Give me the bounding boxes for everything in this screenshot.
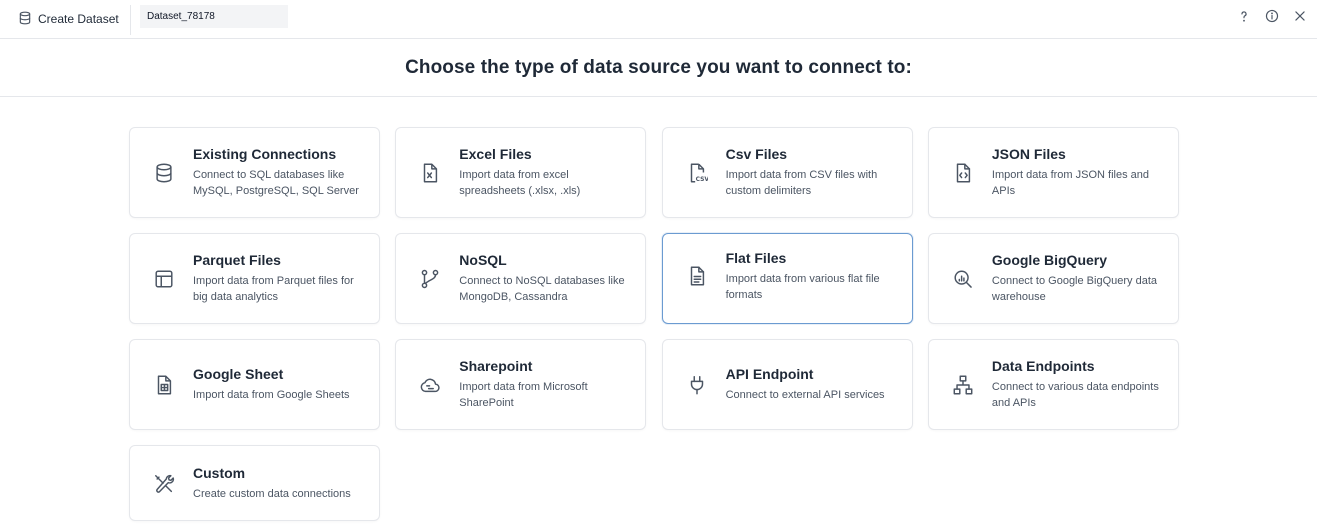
source-card-description: Connect to NoSQL databases like MongoDB,… — [459, 275, 625, 303]
source-card-title: API Endpoint — [725, 366, 814, 382]
info-button[interactable] — [1261, 6, 1283, 28]
source-card-sharepoint[interactable]: Sharepoint Import data from Microsoft Sha… — [395, 339, 647, 430]
source-card-title: JSON Files — [991, 146, 1066, 162]
source-card-title: Excel Files — [459, 146, 532, 162]
app-title-label: Create Dataset — [38, 12, 119, 26]
tools-icon — [152, 472, 176, 496]
excel-file-icon — [418, 161, 442, 185]
text-file-icon — [685, 264, 709, 288]
source-card-description: Create custom data connections — [193, 487, 351, 500]
search-chart-icon — [951, 267, 975, 291]
csv-file-icon: CSV — [685, 161, 709, 185]
source-card-text: Sharepoint Import data from Microsoft Sha… — [459, 340, 633, 429]
layout-icon — [152, 267, 176, 291]
source-card-text: Flat Files Import data from various flat … — [726, 230, 900, 323]
source-card-description: Import data from Google Sheets — [193, 389, 350, 401]
source-card-excel-files[interactable]: Excel Files Import data from excel spread… — [395, 127, 647, 218]
source-card-google-sheet[interactable]: Google Sheet Import data from Google Shee… — [129, 339, 380, 430]
database-icon — [18, 11, 32, 28]
source-card-title: Flat Files — [725, 250, 787, 266]
close-icon — [1293, 9, 1307, 26]
source-card-description: Import data from JSON files and APIs — [991, 169, 1150, 197]
divider — [130, 5, 131, 35]
source-card-google-bigquery[interactable]: Google BigQuery Connect to Google BigQuer… — [927, 233, 1179, 324]
source-card-description: Import data from excel spreadsheets (.xl… — [459, 169, 581, 197]
source-card-csv-files[interactable]: CSV Csv Files Import data from CSV files w… — [661, 127, 913, 218]
source-card-text: Parquet Files Import data from Parquet fi… — [193, 234, 367, 323]
source-card-nosql[interactable]: NoSQL Connect to NoSQL databases like Mon… — [395, 233, 647, 324]
data-source-grid: Existing Connections Connect to SQL datab… — [129, 127, 1179, 521]
source-card-description: Connect to Google BigQuery data warehous… — [991, 275, 1157, 303]
question-icon — [1237, 9, 1251, 26]
source-card-parquet-files[interactable]: Parquet Files Import data from Parquet fi… — [129, 233, 380, 324]
top-actions — [1233, 6, 1311, 28]
source-card-text: Csv Files Import data from CSV files with… — [726, 128, 900, 217]
database-icon — [152, 161, 176, 185]
plug-icon — [685, 373, 709, 397]
source-card-title: Google Sheet — [193, 366, 284, 382]
source-card-existing-connections[interactable]: Existing Connections Connect to SQL datab… — [129, 127, 380, 218]
source-card-text: Google Sheet Import data from Google Shee… — [193, 340, 367, 429]
source-card-text: JSON Files Import data from JSON files an… — [992, 128, 1166, 217]
source-card-text: API Endpoint Connect to external API serv… — [726, 340, 900, 429]
top-bar: Create Dataset — [0, 0, 1317, 39]
source-card-description: Import data from Microsoft SharePoint — [459, 381, 588, 409]
source-card-text: Custom Create custom data connections — [193, 446, 367, 520]
source-card-title: Custom — [193, 464, 246, 481]
source-card-title: NoSQL — [459, 252, 507, 268]
network-icon — [951, 373, 975, 397]
page-header: Choose the type of data source you want … — [0, 39, 1317, 97]
source-card-text: Google BigQuery Connect to Google BigQuer… — [992, 234, 1166, 323]
source-card-flat-files[interactable]: Flat Files Import data from various flat … — [661, 230, 913, 324]
source-card-text: Data Endpoints Connect to various data en… — [992, 340, 1166, 429]
cloud-icon — [418, 373, 442, 397]
json-file-icon — [951, 161, 975, 185]
close-button[interactable] — [1289, 6, 1311, 28]
source-card-title: Csv Files — [725, 146, 788, 162]
source-card-title: Data Endpoints — [991, 358, 1095, 374]
source-card-description: Import data from various flat file forma… — [725, 273, 880, 301]
source-card-description: Connect to external API services — [725, 389, 885, 401]
info-icon — [1265, 9, 1279, 26]
git-branch-icon — [418, 267, 442, 291]
source-card-description: Import data from CSV files with custom d… — [725, 169, 878, 197]
dataset-name-input[interactable] — [140, 5, 288, 28]
source-card-title: Existing Connections — [193, 146, 337, 162]
source-card-api-endpoint[interactable]: API Endpoint Connect to external API serv… — [661, 339, 913, 430]
source-card-text: Existing Connections Connect to SQL datab… — [193, 128, 367, 217]
help-button[interactable] — [1233, 6, 1255, 28]
source-card-json-files[interactable]: JSON Files Import data from JSON files an… — [927, 127, 1179, 218]
page-title: Choose the type of data source you want … — [405, 56, 912, 78]
source-card-custom[interactable]: Custom Create custom data connections — [129, 445, 380, 521]
source-card-title: Google BigQuery — [991, 252, 1108, 268]
source-card-data-endpoints[interactable]: Data Endpoints Connect to various data en… — [927, 339, 1179, 430]
source-card-description: Connect to SQL databases like MySQL, Pos… — [193, 169, 359, 197]
source-card-text: Excel Files Import data from excel spread… — [459, 128, 633, 217]
sheet-file-icon — [152, 373, 176, 397]
source-card-title: Parquet Files — [193, 252, 281, 268]
source-card-description: Connect to various data endpoints and AP… — [991, 381, 1159, 409]
svg-text:CSV: CSV — [695, 176, 707, 183]
source-card-title: Sharepoint — [459, 358, 533, 374]
source-card-text: NoSQL Connect to NoSQL databases like Mon… — [459, 234, 633, 323]
app-title: Create Dataset — [18, 9, 119, 29]
source-card-description: Import data from Parquet files for big d… — [193, 275, 354, 303]
